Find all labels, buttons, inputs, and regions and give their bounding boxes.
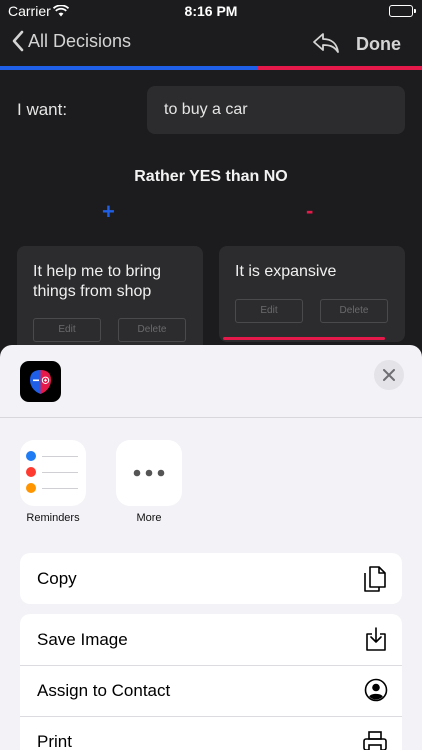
download-icon <box>366 627 386 651</box>
edit-pro-button[interactable]: Edit <box>33 318 101 342</box>
clock: 8:16 PM <box>184 3 238 19</box>
print-action[interactable]: Print <box>20 716 402 750</box>
close-button[interactable] <box>374 360 404 390</box>
share-app-more[interactable]: More <box>116 440 182 524</box>
actions-group: Save Image Assign to Contact Print <box>20 614 402 750</box>
navigation-bar: All Decisions Done <box>0 22 422 66</box>
share-app-reminders[interactable]: Reminders <box>20 440 86 524</box>
more-icon <box>116 440 182 506</box>
undo-icon <box>313 33 339 53</box>
decision-balance-bar <box>0 66 422 70</box>
save-image-action[interactable]: Save Image <box>20 614 402 665</box>
reminders-icon <box>20 440 86 506</box>
want-label: I want: <box>17 100 68 119</box>
copy-icon <box>364 566 386 592</box>
copy-group: Copy <box>20 553 402 604</box>
status-bar: Carrier 8:16 PM <box>0 0 422 22</box>
copy-label: Copy <box>37 568 77 588</box>
back-button[interactable]: All Decisions <box>12 30 131 52</box>
assign-contact-label: Assign to Contact <box>37 681 171 700</box>
add-con-button[interactable]: - <box>306 198 313 224</box>
more-label: More <box>136 512 162 524</box>
print-label: Print <box>37 732 72 750</box>
want-field[interactable]: to buy a car <box>147 86 405 134</box>
add-pro-button[interactable]: + <box>102 199 115 225</box>
printer-icon <box>363 731 387 750</box>
app-icon <box>20 361 61 402</box>
close-icon <box>383 369 395 381</box>
delete-con-button[interactable]: Delete <box>320 299 388 323</box>
undo-button[interactable] <box>312 31 340 60</box>
con-text: It is expansive <box>235 263 337 280</box>
done-button[interactable]: Done <box>356 34 401 55</box>
share-sheet: Reminders More Copy Save Image Assign to… <box>0 345 422 750</box>
yes-fill <box>0 66 258 70</box>
con-card[interactable]: It is expansive Edit Delete <box>219 246 405 342</box>
contact-icon <box>364 678 388 702</box>
con-weight-bar <box>223 337 385 340</box>
delete-pro-button[interactable]: Delete <box>118 318 186 342</box>
pro-card[interactable]: It help me to bring things from shop Edi… <box>17 246 203 356</box>
reminders-label: Reminders <box>26 512 80 524</box>
no-fill <box>257 66 422 70</box>
save-image-label: Save Image <box>37 629 128 649</box>
assign-contact-action[interactable]: Assign to Contact <box>20 665 402 716</box>
pro-text: It help me to bring things from shop <box>33 263 162 300</box>
chevron-left-icon <box>12 30 24 52</box>
verdict-label: Rather YES than NO <box>134 168 288 185</box>
edit-con-button[interactable]: Edit <box>235 299 303 323</box>
copy-action[interactable]: Copy <box>20 553 402 604</box>
battery-icon <box>389 5 416 17</box>
share-sheet-header <box>0 345 422 418</box>
back-label: All Decisions <box>28 30 132 51</box>
